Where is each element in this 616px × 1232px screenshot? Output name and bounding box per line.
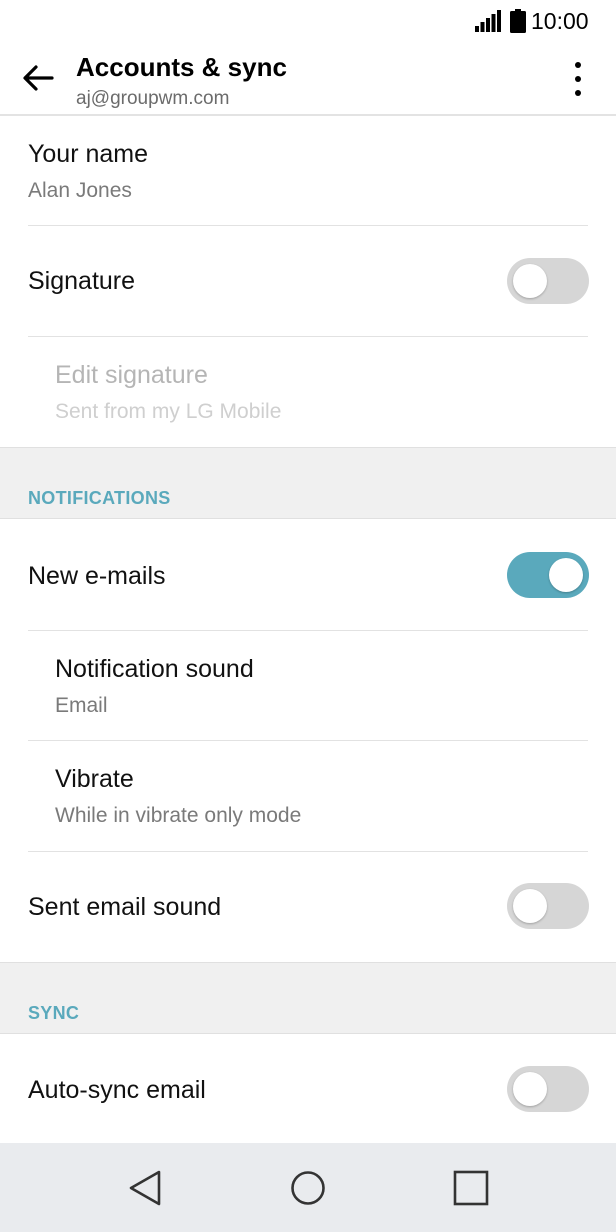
status-bar: 10:00 [0, 0, 616, 44]
notification-sound-label: Notification sound [55, 655, 254, 683]
toggle-knob [513, 264, 547, 298]
auto-sync-setting[interactable]: Auto-sync email [0, 1034, 616, 1143]
notifications-header: NOTIFICATIONS [28, 488, 171, 508]
toggle-knob [549, 558, 583, 592]
notification-sound-value: Email [55, 694, 108, 717]
sent-email-sound-toggle[interactable] [507, 883, 589, 929]
auto-sync-toggle[interactable] [507, 1066, 589, 1112]
account-email: aj@groupwm.com [76, 88, 230, 109]
auto-sync-label: Auto-sync email [28, 1076, 206, 1104]
status-time: 10:00 [531, 8, 589, 34]
signature-setting[interactable]: Signature [0, 226, 616, 337]
vibrate-label: Vibrate [55, 765, 134, 793]
toggle-knob [513, 889, 547, 923]
edit-signature-value: Sent from my LG Mobile [55, 400, 282, 423]
edit-signature-setting[interactable]: Edit signature Sent from my LG Mobile [0, 337, 616, 447]
new-emails-label: New e-mails [28, 562, 166, 590]
more-options-icon[interactable] [566, 60, 590, 98]
back-arrow-icon[interactable] [20, 60, 56, 96]
new-emails-setting[interactable]: New e-mails [0, 519, 616, 631]
recents-nav-icon[interactable] [453, 1170, 489, 1206]
toggle-knob [513, 1072, 547, 1106]
sync-header: SYNC [28, 1003, 80, 1023]
your-name-label: Your name [28, 140, 148, 168]
vibrate-setting[interactable]: Vibrate While in vibrate only mode [0, 741, 616, 852]
sent-email-sound-label: Sent email sound [28, 893, 222, 921]
your-name-setting[interactable]: Your name Alan Jones [0, 118, 616, 226]
signature-toggle[interactable] [507, 258, 589, 304]
notification-sound-setting[interactable]: Notification sound Email [0, 631, 616, 741]
signal-icon [475, 10, 501, 32]
sync-section-header: SYNC [0, 962, 616, 1034]
back-nav-icon[interactable] [127, 1169, 163, 1207]
vibrate-value: While in vibrate only mode [55, 804, 302, 827]
edit-signature-label: Edit signature [55, 361, 208, 389]
navigation-bar [0, 1143, 616, 1232]
sent-email-sound-setting[interactable]: Sent email sound [0, 852, 616, 962]
notifications-section-header: NOTIFICATIONS [0, 447, 616, 519]
new-emails-toggle[interactable] [507, 552, 589, 598]
battery-icon [510, 9, 526, 33]
your-name-value: Alan Jones [28, 179, 132, 202]
app-bar: Accounts & sync aj@groupwm.com [0, 44, 616, 116]
page-title: Accounts & sync [76, 52, 287, 82]
signature-label: Signature [28, 267, 136, 295]
home-nav-icon[interactable] [290, 1170, 326, 1206]
